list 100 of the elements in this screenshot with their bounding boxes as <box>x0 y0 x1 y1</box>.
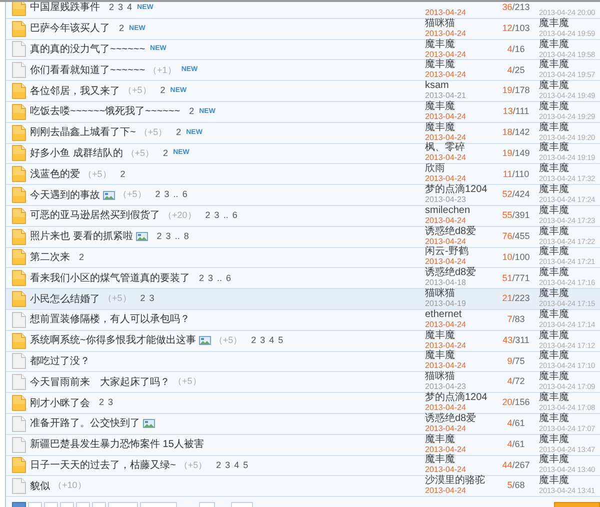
page-link[interactable]: 8 <box>184 230 189 244</box>
page-link[interactable]: 2 <box>79 250 84 264</box>
last-poster[interactable]: 魔丰魔 <box>539 476 596 486</box>
page-link[interactable]: 5 <box>243 458 248 472</box>
author-name[interactable]: 魔丰魔 <box>425 40 493 50</box>
last-poster[interactable]: 魔丰魔 <box>539 226 596 237</box>
page-link[interactable]: 2 <box>163 146 168 160</box>
last-poster[interactable]: 魔丰魔 <box>539 143 596 154</box>
page-link[interactable]: 2 <box>119 22 124 36</box>
thread-title[interactable]: 想前置装修隔楼，有人可以承包吗？ <box>30 312 190 328</box>
page-link[interactable]: 2 <box>109 2 114 15</box>
thread-title[interactable]: 看来我们小区的煤气管道真的要装了 <box>30 270 190 286</box>
page-link[interactable]: 2 <box>205 209 210 223</box>
thread-title[interactable]: 你们看看就知道了~~~~~~ <box>30 62 146 78</box>
thread-title[interactable]: 系统啊系统~你得多恨我才能做出这事 <box>30 333 196 348</box>
page-link[interactable]: 3 <box>164 188 170 202</box>
author-name[interactable]: 诱惑绝d8爱 <box>425 268 493 278</box>
last-poster[interactable]: 魔丰魔 <box>539 18 596 29</box>
page-link[interactable]: 4 <box>269 334 274 348</box>
page-link[interactable]: 3 <box>260 334 266 348</box>
last-poster[interactable]: 魔丰魔 <box>539 414 596 424</box>
author-name[interactable]: 魔丰魔 <box>425 122 493 133</box>
author-name[interactable]: 梦的点滴1204 <box>425 185 493 196</box>
thread-title[interactable]: 新疆巴楚县发生暴力恐怖案件 15人被害 <box>30 437 204 452</box>
last-poster[interactable]: 魔丰魔 <box>539 351 596 362</box>
last-poster[interactable]: 魔丰魔 <box>539 247 596 258</box>
author-name[interactable]: 闲云-野鹤 <box>425 247 493 258</box>
last-poster[interactable]: 魔丰魔 <box>539 372 596 382</box>
last-poster[interactable]: 魔丰魔 <box>539 40 596 50</box>
thread-title[interactable]: 各位邻居，我又来了 <box>30 84 120 99</box>
author-name[interactable]: 诱惑绝d8爱 <box>425 414 493 424</box>
page-link[interactable]: .. <box>173 188 178 202</box>
last-poster[interactable]: 魔丰魔 <box>539 122 596 133</box>
author-name[interactable]: 魔丰魔 <box>425 351 493 362</box>
author-name[interactable]: 魔丰魔 <box>425 60 493 70</box>
page-link[interactable]: 2 <box>216 458 222 472</box>
page-link[interactable]: 6 <box>232 209 238 223</box>
thread-title[interactable]: 中国屋贱跌事件 <box>30 2 100 16</box>
thread-title[interactable]: 刚才小眯了会 <box>30 396 90 411</box>
page-link[interactable]: 4 <box>234 458 240 472</box>
page-link[interactable]: 3 <box>166 230 171 244</box>
author-name[interactable]: 欣雨 <box>425 164 493 174</box>
last-poster[interactable]: 魔丰魔 <box>539 81 596 92</box>
page-link[interactable]: 3 <box>149 292 154 306</box>
thread-title[interactable]: 真的真的没力气了~~~~~~ <box>30 42 146 57</box>
page-link[interactable]: 2 <box>140 292 146 306</box>
page-link[interactable]: 2 <box>189 105 194 119</box>
author-name[interactable]: 诱惑绝d8爱 <box>425 226 493 237</box>
thread-title[interactable]: 今天冒雨前来 大家起床了吗？ <box>30 374 170 390</box>
thread-title[interactable]: 都吃过了没？ <box>30 354 90 369</box>
author-name[interactable]: ethernet <box>425 310 493 320</box>
page-link[interactable]: 6 <box>226 272 232 285</box>
author-name[interactable]: 猫咪猫 <box>425 18 493 29</box>
page-link[interactable]: 3 <box>108 396 114 410</box>
author-name[interactable]: 魔丰魔 <box>425 330 493 341</box>
author-name[interactable]: 猫咪猫 <box>425 289 493 300</box>
last-poster[interactable]: 魔丰魔 <box>539 164 596 174</box>
last-poster[interactable]: 魔丰魔 <box>539 60 596 70</box>
author-name[interactable]: 沙漠里的骆驼 <box>425 476 493 486</box>
page-link[interactable]: 3 <box>208 272 214 285</box>
page-link[interactable]: .. <box>174 230 180 244</box>
last-poster[interactable]: 魔丰魔 <box>539 393 596 404</box>
page-link[interactable]: 2 <box>120 168 126 182</box>
last-poster[interactable]: 魔丰魔 <box>539 289 596 300</box>
author-name[interactable]: 魔丰魔 <box>425 434 493 445</box>
thread-title[interactable]: 日子一天天的过去了，枯藤又绿~ <box>30 458 176 473</box>
author-name[interactable]: 猫咪猫 <box>425 372 493 382</box>
last-poster[interactable]: 魔丰魔 <box>539 268 596 278</box>
author-name[interactable]: 梦的点滴1204 <box>425 393 493 404</box>
last-poster[interactable]: 魔丰魔 <box>539 330 596 341</box>
thread-title[interactable]: 巴萨今年该买人了 <box>30 21 110 36</box>
thread-title[interactable]: 刚刚去晶鑫上城看了下~ <box>30 125 136 140</box>
page-link[interactable]: 5 <box>278 334 284 348</box>
author-name[interactable]: 魔丰魔 <box>425 455 493 466</box>
thread-title[interactable]: 第二次来 <box>30 250 70 265</box>
author-name[interactable]: 魔丰魔 <box>425 102 493 112</box>
thread-title[interactable]: 貌似 <box>30 478 50 494</box>
page-link[interactable]: 2 <box>176 126 182 140</box>
author-name[interactable]: smilechen <box>425 206 493 216</box>
thread-title[interactable]: 照片来也 要看的抓紧啦 <box>30 229 133 244</box>
last-poster[interactable]: 魔丰魔 <box>539 102 596 112</box>
last-poster[interactable]: 魔丰魔 <box>539 185 596 196</box>
author-name[interactable]: 枫、零碎 <box>425 143 493 154</box>
thread-title[interactable]: 浅蓝色的爱 <box>30 166 80 182</box>
page-link[interactable]: 6 <box>182 188 188 202</box>
thread-title[interactable]: 好多小鱼 成群结队的 <box>30 146 123 161</box>
page-link[interactable]: 2 <box>160 84 166 98</box>
thread-title[interactable]: 今天遇到的事故 <box>30 188 100 203</box>
last-poster[interactable]: 魔丰魔 <box>539 310 596 320</box>
page-link[interactable]: 3 <box>225 458 230 472</box>
thread-title[interactable]: 小民怎么结婚了 <box>30 292 100 307</box>
page-link[interactable]: 2 <box>155 188 160 202</box>
page-link[interactable]: 2 <box>99 396 104 410</box>
last-poster[interactable]: 魔丰魔 <box>539 206 596 216</box>
page-link[interactable]: 3 <box>118 2 124 15</box>
thread-title[interactable]: 吃饭去喽~~~~~~饿死我了~~~~~~ <box>30 104 180 120</box>
page-link[interactable]: .. <box>223 209 228 223</box>
author-name[interactable]: ksam <box>425 81 493 92</box>
page-link[interactable]: 3 <box>214 209 220 223</box>
thread-title[interactable]: 准备开路了。公交快到了 <box>30 416 140 432</box>
